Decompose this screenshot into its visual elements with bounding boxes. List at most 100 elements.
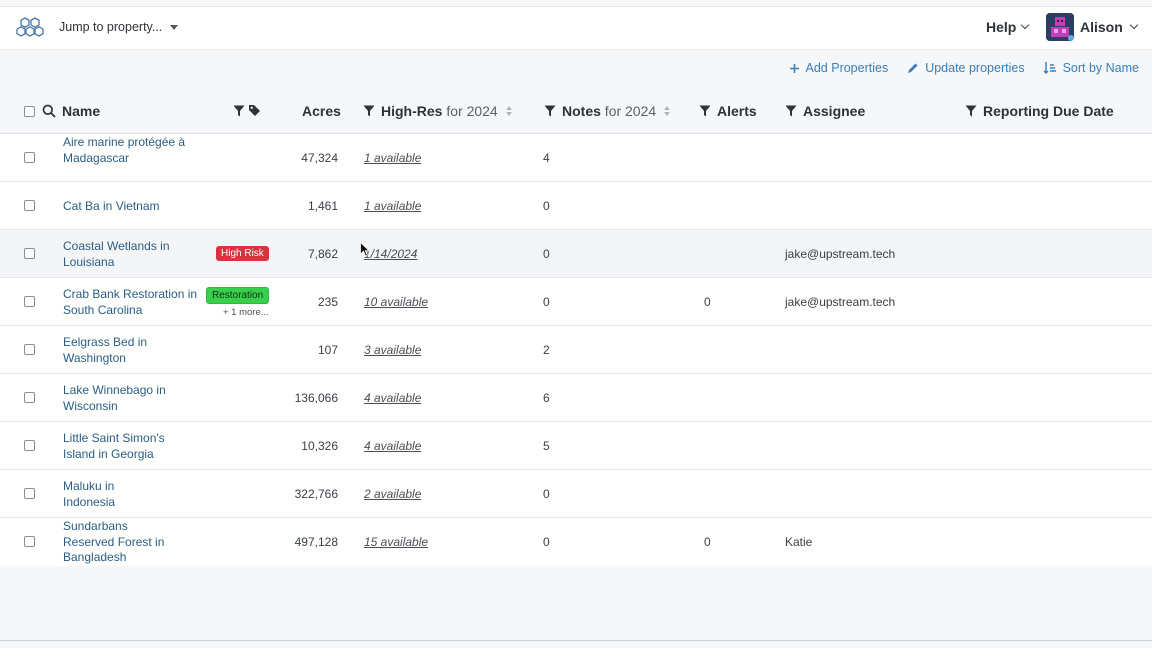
acres-value: 1,461 xyxy=(307,199,338,213)
update-properties-label: Update properties xyxy=(925,61,1025,75)
add-properties-button[interactable]: Add Properties xyxy=(789,61,889,75)
update-properties-button[interactable]: Update properties xyxy=(906,61,1025,75)
high-res-link[interactable]: 1/14/2024 xyxy=(364,247,417,261)
row-checkbox[interactable] xyxy=(24,344,35,355)
sort-arrows-icon[interactable] xyxy=(664,106,671,116)
table-row[interactable]: Coastal Wetlands in Louisiana High Risk … xyxy=(0,230,1152,278)
row-checkbox[interactable] xyxy=(24,248,35,259)
mouse-cursor-icon xyxy=(360,242,370,257)
assignee-column-header[interactable]: Assignee xyxy=(785,103,865,119)
table-header: Name Acres High-Res for 2024 Notes for 2… xyxy=(0,90,1152,134)
sort-by-name-button[interactable]: Sort by Name xyxy=(1043,61,1139,75)
app-header: Jump to property... Help Alison xyxy=(0,7,1152,50)
acres-column-header[interactable]: Acres xyxy=(302,103,341,119)
high-res-link[interactable]: 1 available xyxy=(364,151,421,165)
high-res-header-label: High-Res for 2024 xyxy=(381,103,498,119)
property-name-link[interactable]: Lake Winnebago in Wisconsin xyxy=(63,383,173,414)
high-res-column-header[interactable]: High-Res for 2024 xyxy=(363,103,512,119)
restoration-tag[interactable]: Restoration xyxy=(206,287,270,304)
table-row[interactable]: Lake Winnebago in Wisconsin 136,066 4 av… xyxy=(0,374,1152,422)
table-row[interactable]: Maluku in Indonesia 322,766 2 available … xyxy=(0,470,1152,518)
high-res-link[interactable]: 2 available xyxy=(364,487,421,501)
jump-to-property-label: Jump to property... xyxy=(59,20,163,34)
property-name-link[interactable]: Sundarbans Reserved Forest in Bangladesh xyxy=(63,519,173,566)
row-checkbox[interactable] xyxy=(24,392,35,403)
chevron-down-icon xyxy=(1129,20,1139,30)
table-row[interactable]: Aire marine protégée à Madagascar 47,324… xyxy=(0,134,1152,182)
notes-count: 5 xyxy=(543,439,550,453)
assignee-value: Katie xyxy=(785,535,813,549)
assignee-value: jake@upstream.tech xyxy=(785,295,896,309)
notes-count: 0 xyxy=(543,487,550,501)
more-tags-link[interactable]: + 1 more... xyxy=(223,307,269,318)
table-row[interactable]: Eelgrass Bed in Washington 107 3 availab… xyxy=(0,326,1152,374)
help-menu[interactable]: Help xyxy=(986,19,1030,35)
select-all-checkbox[interactable] xyxy=(24,106,35,117)
avatar[interactable] xyxy=(1046,13,1074,41)
table-row[interactable]: Little Saint Simon's Island in Georgia 1… xyxy=(0,422,1152,470)
high-res-link[interactable]: 3 available xyxy=(364,343,421,357)
assignee-header-label: Assignee xyxy=(803,103,866,119)
hexagon-logo-icon[interactable] xyxy=(16,16,44,42)
filter-icon xyxy=(233,105,245,116)
table-row[interactable]: Cat Ba in Vietnam 1,461 1 available 0 xyxy=(0,182,1152,230)
high-res-link[interactable]: 10 available xyxy=(364,295,428,309)
notes-count: 0 xyxy=(543,535,550,549)
alerts-header-label: Alerts xyxy=(717,103,757,119)
notes-count: 2 xyxy=(543,343,550,357)
property-name-link[interactable]: Maluku in Indonesia xyxy=(63,479,133,510)
acres-value: 322,766 xyxy=(294,487,338,501)
row-checkbox[interactable] xyxy=(24,152,35,163)
acres-value: 7,862 xyxy=(307,247,338,261)
property-name-link[interactable]: Aire marine protégée à Madagascar xyxy=(63,135,203,166)
row-checkbox[interactable] xyxy=(24,488,35,499)
sort-arrows-icon[interactable] xyxy=(505,106,512,116)
notes-column-header[interactable]: Notes for 2024 xyxy=(544,103,671,119)
sort-icon xyxy=(1043,62,1056,74)
high-res-link[interactable]: 1 available xyxy=(364,199,421,213)
reporting-due-date-column-header[interactable]: Reporting Due Date xyxy=(965,103,1114,119)
alerts-column-header[interactable]: Alerts xyxy=(699,103,757,119)
high-res-link[interactable]: 15 available xyxy=(364,535,428,549)
property-name-link[interactable]: Crab Bank Restoration in South Carolina xyxy=(63,287,203,318)
acres-value: 136,066 xyxy=(294,391,338,405)
help-label: Help xyxy=(986,19,1017,35)
properties-table: Name Acres High-Res for 2024 Notes for 2… xyxy=(0,90,1152,566)
high-risk-tag[interactable]: High Risk xyxy=(216,246,269,261)
filter-icon xyxy=(785,105,797,117)
property-name-link[interactable]: Little Saint Simon's Island in Georgia xyxy=(63,431,173,462)
notes-header-label: Notes for 2024 xyxy=(562,103,657,119)
name-header-label: Name xyxy=(62,103,101,119)
high-res-link[interactable]: 4 available xyxy=(364,439,421,453)
high-res-link[interactable]: 4 available xyxy=(364,391,421,405)
notes-count: 0 xyxy=(543,199,550,213)
filter-icon xyxy=(363,105,375,117)
table-row[interactable]: Crab Bank Restoration in South Carolina … xyxy=(0,278,1152,326)
row-checkbox[interactable] xyxy=(24,200,35,211)
bottom-divider xyxy=(0,640,1152,641)
avatar-icon xyxy=(1046,13,1074,41)
pencil-icon xyxy=(908,63,918,73)
user-menu[interactable]: Alison xyxy=(1080,19,1139,35)
property-name-link[interactable]: Coastal Wetlands in Louisiana xyxy=(63,239,183,270)
row-checkbox[interactable] xyxy=(24,296,35,307)
row-checkbox[interactable] xyxy=(24,440,35,451)
acres-value: 235 xyxy=(317,295,338,309)
chevron-down-icon xyxy=(1021,20,1030,30)
add-properties-label: Add Properties xyxy=(805,61,889,75)
tag-filter-header[interactable] xyxy=(233,104,261,117)
property-name-link[interactable]: Eelgrass Bed in Washington xyxy=(63,335,163,366)
property-name-link[interactable]: Cat Ba in Vietnam xyxy=(63,199,203,215)
table-row[interactable]: Sundarbans Reserved Forest in Bangladesh… xyxy=(0,518,1152,566)
name-column-header[interactable]: Name xyxy=(42,103,100,119)
filter-icon xyxy=(544,105,556,117)
notes-count: 4 xyxy=(543,151,550,165)
acres-header-label: Acres xyxy=(302,103,341,119)
alerts-count: 0 xyxy=(704,535,711,549)
jump-to-property-dropdown[interactable]: Jump to property... xyxy=(59,20,179,34)
acres-value: 47,324 xyxy=(301,151,338,165)
notes-count: 0 xyxy=(543,247,550,261)
assignee-value: jake@upstream.tech xyxy=(785,247,896,261)
row-checkbox[interactable] xyxy=(24,536,35,547)
search-icon[interactable] xyxy=(42,104,56,118)
